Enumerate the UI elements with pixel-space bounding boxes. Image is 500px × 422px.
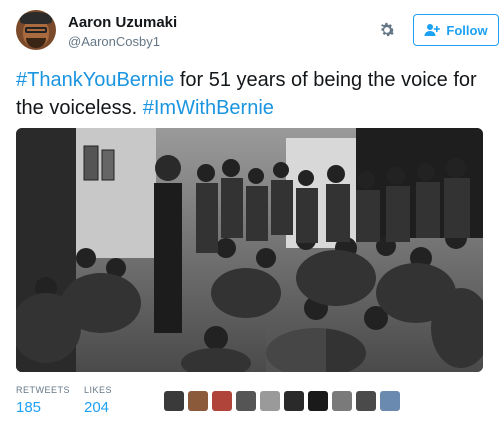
liker-avatar[interactable] (164, 391, 184, 411)
avatar-hat (20, 12, 52, 24)
liker-avatar[interactable] (284, 391, 304, 411)
gear-icon[interactable] (376, 20, 398, 42)
user-name[interactable]: Aaron Uzumaki (68, 14, 177, 31)
liker-avatar[interactable] (188, 391, 208, 411)
retweets-stat[interactable]: RETWEETS 185 (16, 385, 70, 416)
retweets-label: RETWEETS (16, 385, 71, 395)
tweet-header: Aaron Uzumaki @AaronCosby1 Follow (16, 10, 499, 54)
likers-avatars (164, 391, 400, 411)
hashtag-link[interactable]: #ThankYouBernie (16, 69, 174, 91)
liker-avatar[interactable] (380, 391, 400, 411)
likes-count: 204 (84, 399, 110, 416)
liker-avatar[interactable] (212, 391, 232, 411)
hashtag-link[interactable]: #ImWithBernie (143, 97, 274, 119)
likes-label: LIKES (84, 385, 113, 395)
photo-illustration (16, 128, 483, 372)
user-handle[interactable]: @AaronCosby1 (68, 34, 160, 49)
follow-button[interactable]: Follow (413, 14, 499, 46)
tweet-stats: RETWEETS 185 LIKES 204 (16, 385, 484, 419)
liker-avatar[interactable] (356, 391, 376, 411)
likes-stat[interactable]: LIKES 204 (84, 385, 112, 416)
liker-avatar[interactable] (332, 391, 352, 411)
avatar[interactable] (16, 10, 56, 50)
tweet-text: #ThankYouBernie for 51 years of being th… (16, 66, 484, 122)
add-user-icon (424, 23, 441, 37)
liker-avatar[interactable] (308, 391, 328, 411)
tweet-photo[interactable] (16, 128, 483, 372)
liker-avatar[interactable] (260, 391, 280, 411)
follow-label: Follow (446, 22, 488, 38)
liker-avatar[interactable] (236, 391, 256, 411)
avatar-glasses (25, 27, 47, 33)
retweets-count: 185 (16, 399, 42, 416)
avatar-beard (26, 38, 46, 48)
